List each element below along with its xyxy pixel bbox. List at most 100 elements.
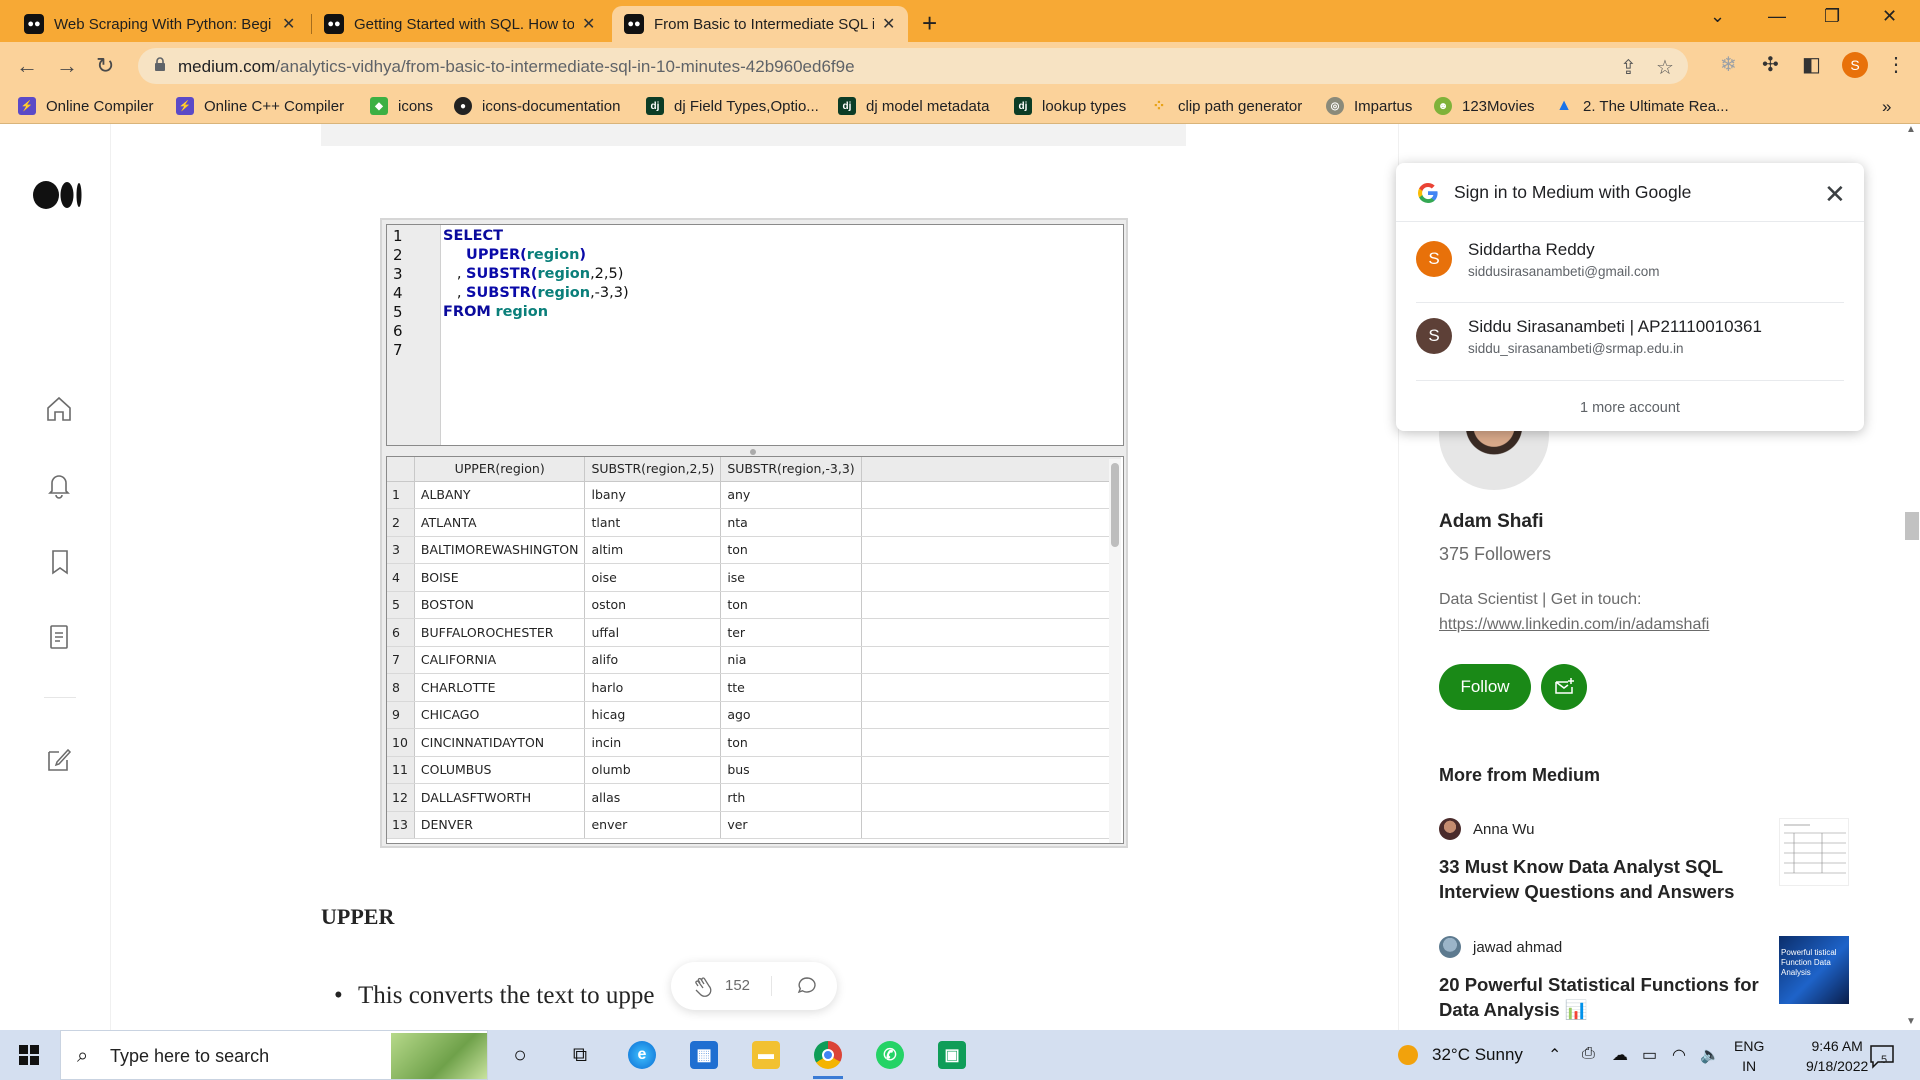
tray-expand-chevron-icon[interactable]: ⌃ xyxy=(1548,1045,1561,1065)
bullet-text: This converts the text to uppe xyxy=(358,982,655,1009)
table-cell: enver xyxy=(584,811,722,839)
taskbar-search-box[interactable]: ⌕ Type here to search xyxy=(60,1030,488,1080)
lock-icon[interactable] xyxy=(154,56,166,72)
table-cell: BOSTON xyxy=(414,591,586,619)
google-account-option[interactable]: S Siddu Sirasanambeti | AP21110010361 si… xyxy=(1416,306,1844,368)
grid-scrollbar[interactable] xyxy=(1109,459,1121,843)
microsoft-store-icon[interactable]: ▦ xyxy=(690,1041,718,1069)
bookmarks-list-icon[interactable] xyxy=(44,546,74,576)
bookmark-icons[interactable]: ◆ icons xyxy=(370,97,433,115)
splitter-handle[interactable] xyxy=(750,449,756,455)
icons8-icon: ◆ xyxy=(370,97,388,115)
follow-button[interactable]: Follow xyxy=(1439,664,1531,710)
bookmark-lookup-types[interactable]: dj lookup types xyxy=(1014,97,1126,115)
account-email: siddu_sirasanambeti@srmap.edu.in xyxy=(1468,341,1684,356)
action-center-notification-icon[interactable]: 5 xyxy=(1868,1042,1896,1070)
bio-link[interactable]: https://www.linkedin.com/in/adamshafi xyxy=(1439,612,1709,637)
bookmark-online-compiler[interactable]: ⚡ Online Compiler xyxy=(18,97,154,115)
close-popup-icon[interactable]: ✕ xyxy=(1824,179,1846,210)
medium-logo-icon[interactable] xyxy=(33,180,85,210)
account-avatar: S xyxy=(1416,241,1452,277)
rec-title[interactable]: 20 Powerful Statistical Functions for Da… xyxy=(1439,972,1769,1022)
url-text[interactable]: medium.com/analytics-vidhya/from-basic-t… xyxy=(178,57,855,77)
back-arrow-icon[interactable]: ← xyxy=(16,53,38,79)
notifications-bell-icon[interactable] xyxy=(44,470,74,500)
tab-web-scraping[interactable]: ●● Web Scraping With Python: Begi ✕ xyxy=(12,6,310,42)
bookmark-online-cpp-compiler[interactable]: ⚡ Online C++ Compiler xyxy=(176,97,344,115)
empty-cell xyxy=(861,591,1122,619)
home-icon[interactable] xyxy=(44,394,74,424)
bookmark-123movies[interactable]: ☻ 123Movies xyxy=(1434,97,1535,115)
whatsapp-icon[interactable]: ✆ xyxy=(876,1041,904,1069)
empty-cell xyxy=(861,701,1122,729)
bookmark-ultimate-rea[interactable]: ▲ 2. The Ultimate Rea... xyxy=(1555,97,1729,115)
close-window-icon[interactable]: ✕ xyxy=(1882,6,1897,27)
google-account-option[interactable]: S Siddartha Reddy siddusirasanambeti@gma… xyxy=(1416,229,1844,291)
wifi-icon[interactable]: ◠ xyxy=(1672,1045,1686,1065)
forward-arrow-icon[interactable]: → xyxy=(56,53,78,79)
windows-start-icon[interactable] xyxy=(19,1045,39,1065)
volume-icon[interactable]: 🔈 xyxy=(1700,1045,1720,1065)
page-scrollbar-thumb[interactable] xyxy=(1905,512,1919,540)
input-language[interactable]: ENG IN xyxy=(1734,1036,1764,1076)
file-explorer-icon[interactable]: ▬ xyxy=(752,1041,780,1069)
author-name[interactable]: Adam Shafi xyxy=(1439,511,1544,533)
empty-cell xyxy=(861,728,1122,757)
close-tab-icon[interactable]: ✕ xyxy=(882,14,895,34)
edge-browser-icon[interactable]: e xyxy=(628,1041,656,1069)
side-panel-icon[interactable]: ◧ xyxy=(1802,52,1821,77)
grid-scrollbar-thumb[interactable] xyxy=(1111,463,1119,547)
minimize-icon[interactable]: — xyxy=(1768,6,1786,27)
page-scrollbar[interactable]: ▲ ▼ xyxy=(1902,124,1920,1030)
comment-bubble-icon[interactable] xyxy=(795,974,819,998)
chrome-menu-icon[interactable]: ⋮ xyxy=(1886,52,1906,77)
reload-icon[interactable]: ↻ xyxy=(96,53,114,79)
scroll-up-arrow-icon[interactable]: ▲ xyxy=(1906,124,1916,135)
bookmark-dj-model-metadata[interactable]: dj dj model metadata xyxy=(838,97,989,115)
rec-title[interactable]: 33 Must Know Data Analyst SQL Interview … xyxy=(1439,854,1769,904)
restore-icon[interactable]: ❐ xyxy=(1824,6,1840,27)
close-tab-icon[interactable]: ✕ xyxy=(282,14,295,34)
tab-basic-to-intermediate-sql[interactable]: ●● From Basic to Intermediate SQL i ✕ xyxy=(612,6,908,42)
close-tab-icon[interactable]: ✕ xyxy=(582,14,595,34)
rec-author[interactable]: Anna Wu xyxy=(1473,821,1534,838)
address-bar[interactable]: medium.com/analytics-vidhya/from-basic-t… xyxy=(138,48,1688,84)
share-icon[interactable]: ⇪ xyxy=(1620,55,1637,80)
followers-count[interactable]: 375 Followers xyxy=(1439,544,1551,565)
medium-favicon-icon: ●● xyxy=(324,14,344,34)
empty-cell xyxy=(861,618,1122,647)
table-cell: uffal xyxy=(584,618,722,647)
system-clock[interactable]: 9:46 AM 9/18/2022 xyxy=(1806,1036,1868,1076)
bookmark-impartus[interactable]: ◎ Impartus xyxy=(1326,97,1412,115)
bookmark-star-icon[interactable]: ☆ xyxy=(1656,55,1674,80)
onedrive-cloud-icon[interactable]: ☁ xyxy=(1612,1045,1628,1065)
rec-author-avatar xyxy=(1439,818,1461,840)
stories-icon[interactable] xyxy=(44,622,74,652)
tab-search-chevron-icon[interactable]: ⌄ xyxy=(1710,6,1725,27)
weather-widget[interactable]: 32°C Sunny xyxy=(1398,1045,1523,1065)
subscribe-button[interactable] xyxy=(1541,664,1587,710)
table-cell: altim xyxy=(584,536,722,564)
battery-icon[interactable]: ▭ xyxy=(1642,1045,1657,1065)
cortana-circle-icon[interactable]: ○ xyxy=(506,1041,534,1069)
rec-thumbnail[interactable]: Powerful tistical Function Data Analysis xyxy=(1779,936,1849,1004)
bookmark-icons-documentation[interactable]: ● icons-documentation xyxy=(454,97,620,115)
chrome-browser-icon[interactable] xyxy=(814,1041,842,1069)
bookmarks-overflow-icon[interactable]: » xyxy=(1882,97,1891,117)
task-view-icon[interactable]: ⧉ xyxy=(566,1041,594,1069)
google-classroom-icon[interactable]: ▣ xyxy=(938,1041,966,1069)
bookmark-dj-field-types[interactable]: dj dj Field Types,Optio... xyxy=(646,97,819,115)
write-icon[interactable] xyxy=(44,744,74,774)
tab-getting-started-sql[interactable]: ●● Getting Started with SQL. How to ✕ xyxy=(312,6,610,42)
scroll-down-arrow-icon[interactable]: ▼ xyxy=(1906,1016,1916,1027)
new-tab-plus-icon[interactable]: + xyxy=(922,8,937,39)
profile-avatar[interactable]: S xyxy=(1842,52,1868,78)
rec-thumbnail[interactable] xyxy=(1779,818,1849,886)
device-icon[interactable]: ⎙ xyxy=(1582,1045,1595,1063)
extensions-puzzle-icon[interactable]: ✣ xyxy=(1762,52,1779,77)
more-accounts-link[interactable]: 1 more account xyxy=(1396,400,1864,416)
extension-snowflake-icon[interactable]: ❄ xyxy=(1720,52,1737,77)
clap-hands-icon[interactable] xyxy=(691,974,715,998)
rec-author[interactable]: jawad ahmad xyxy=(1473,939,1562,956)
bookmark-clip-path-generator[interactable]: ⁘ clip path generator xyxy=(1150,97,1302,116)
